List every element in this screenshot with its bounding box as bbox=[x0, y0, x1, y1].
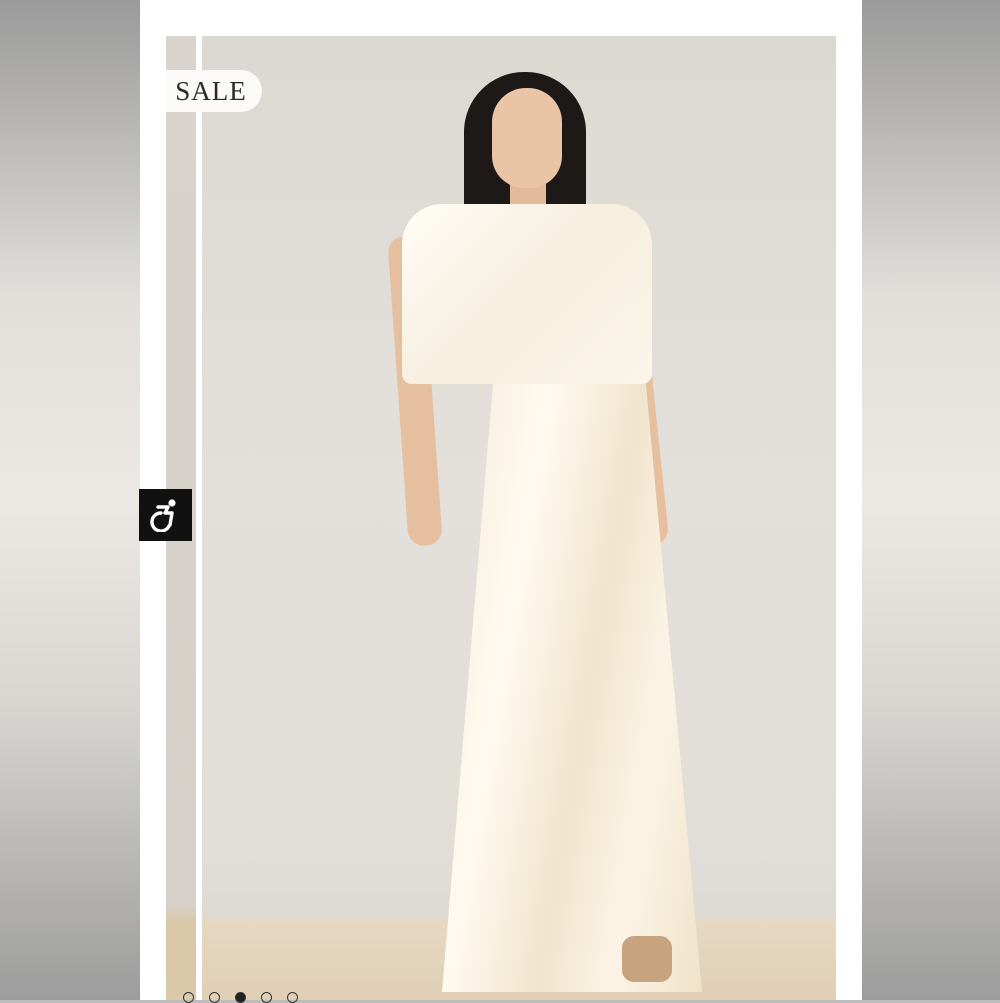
product-main-image[interactable] bbox=[202, 36, 836, 1000]
carousel-dot[interactable] bbox=[209, 992, 220, 1003]
sale-badge-label: SALE bbox=[175, 75, 247, 106]
product-page: SALE bbox=[140, 0, 862, 1000]
dress-skirt bbox=[442, 372, 702, 992]
backdrop-right bbox=[862, 0, 1000, 1000]
sale-badge: SALE bbox=[166, 70, 262, 112]
backdrop-left bbox=[0, 0, 140, 1000]
carousel-dot[interactable] bbox=[261, 992, 272, 1003]
wheelchair-icon bbox=[149, 499, 176, 532]
model-face bbox=[492, 88, 562, 188]
product-image-gallery[interactable] bbox=[166, 36, 836, 1000]
carousel-dot[interactable] bbox=[235, 992, 246, 1003]
dress-bodice bbox=[402, 204, 652, 384]
accessibility-button[interactable] bbox=[139, 489, 192, 541]
carousel-dot[interactable] bbox=[183, 992, 194, 1003]
carousel-pagination bbox=[183, 992, 298, 1003]
model-shoe bbox=[622, 936, 672, 982]
carousel-dot[interactable] bbox=[287, 992, 298, 1003]
